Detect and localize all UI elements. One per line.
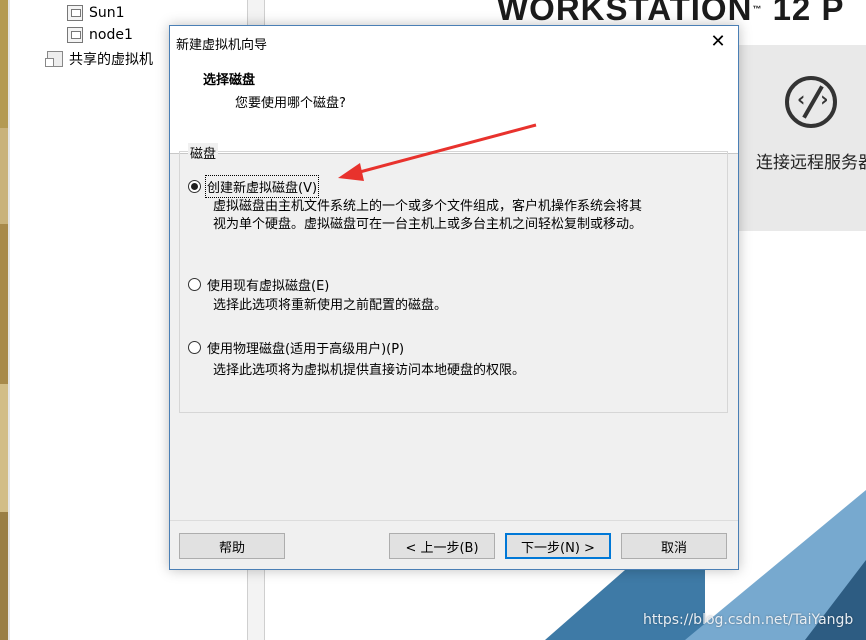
- radio-use-existing-disk[interactable]: [188, 278, 201, 291]
- watermark-text: https://blog.csdn.net/TaiYangb: [643, 612, 854, 628]
- option-label: 使用物理磁盘(适用于高级用户)(P): [207, 342, 405, 357]
- tree-item-node1[interactable]: node1: [67, 27, 133, 43]
- close-button[interactable]: ✕: [698, 26, 738, 57]
- dialog-titlebar[interactable]: 新建虚拟机向导 ✕: [170, 26, 738, 57]
- connect-remote-server-icon: [785, 76, 837, 128]
- close-icon: ✕: [710, 31, 726, 52]
- cancel-button[interactable]: 取消: [621, 533, 727, 559]
- connect-remote-server-card[interactable]: [735, 45, 866, 231]
- tree-item-shared-vms[interactable]: 共享的虚拟机: [45, 49, 153, 69]
- option-description: 选择此选项将重新使用之前配置的磁盘。: [213, 298, 448, 313]
- option-use-existing-disk[interactable]: 使用现有虚拟磁盘(E): [188, 275, 329, 294]
- dialog-title: 新建虚拟机向导: [176, 38, 268, 53]
- tree-item-sun1[interactable]: Sun1: [67, 5, 125, 21]
- shared-vms-icon: [45, 51, 63, 67]
- option-description: 选择此选项将为虚拟机提供直接访问本地硬盘的权限。: [213, 363, 526, 378]
- step-title: 选择磁盘: [203, 73, 256, 88]
- connect-remote-server-label: 连接远程服务器: [756, 153, 866, 173]
- radio-use-physical-disk[interactable]: [188, 341, 201, 354]
- decor-shape: [805, 560, 866, 640]
- option-use-physical-disk[interactable]: 使用物理磁盘(适用于高级用户)(P): [188, 338, 404, 357]
- new-vm-wizard-dialog: 新建虚拟机向导 ✕ 选择磁盘 您要使用哪个磁盘? 磁盘 创建新虚拟磁盘(V) 虚…: [169, 25, 739, 570]
- vm-icon: [67, 27, 83, 43]
- disk-group-label: 磁盘: [188, 143, 219, 162]
- wizard-header: 选择磁盘 您要使用哪个磁盘?: [170, 57, 738, 154]
- step-subtitle: 您要使用哪个磁盘?: [235, 96, 346, 111]
- tree-item-label: 共享的虚拟机: [69, 52, 153, 68]
- option-label: 创建新虚拟磁盘(V): [204, 175, 320, 198]
- vm-icon: [67, 5, 83, 21]
- product-brand: WORKSTATION™ 12 P: [497, 0, 845, 27]
- option-label: 使用现有虚拟磁盘(E): [207, 279, 330, 294]
- option-description: 虚拟磁盘由主机文件系统上的一个或多个文件组成，客户机操作系统会将其 视为单个硬盘…: [213, 199, 643, 232]
- tree-item-label: node1: [89, 27, 133, 43]
- back-button[interactable]: < 上一步(B): [389, 533, 495, 559]
- window-edge-strip: [0, 0, 10, 640]
- radio-create-new-disk[interactable]: [188, 180, 201, 193]
- next-button[interactable]: 下一步(N) >: [505, 533, 611, 559]
- footer-divider: [170, 520, 738, 521]
- option-create-new-disk[interactable]: 创建新虚拟磁盘(V): [188, 175, 320, 198]
- tree-item-label: Sun1: [89, 5, 125, 21]
- help-button[interactable]: 帮助: [179, 533, 285, 559]
